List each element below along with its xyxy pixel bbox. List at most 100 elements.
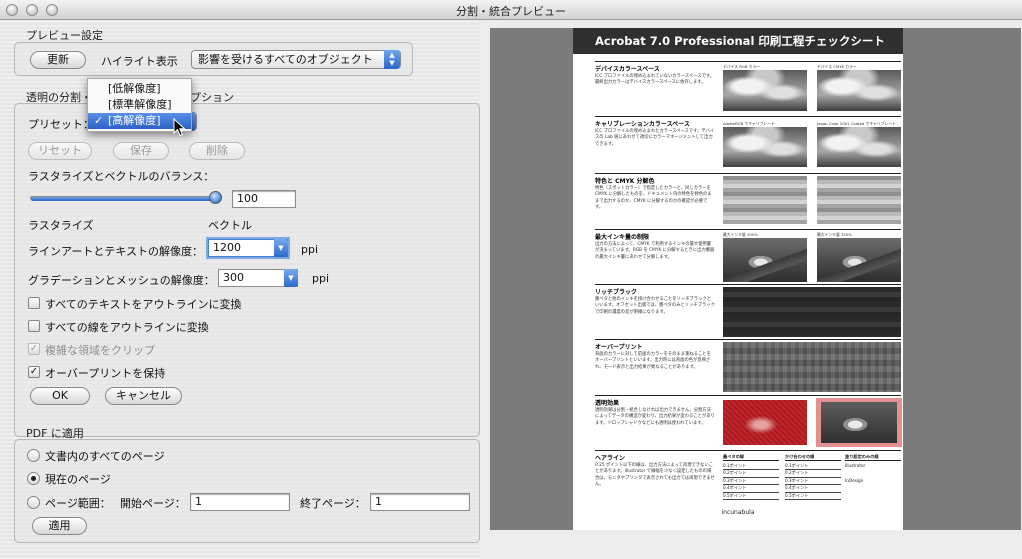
cmyk-color-swatches (817, 176, 901, 224)
cloud-photo-japancolor: Japan Color 2001 Coated でキャリブレート (817, 121, 901, 167)
hairline-row: InDesign (845, 477, 864, 483)
sheet-section-text: ICC プロファイルの埋め込まれていないカラースペースです。最終出力カラーはデバ… (595, 74, 715, 86)
sheet-section-text: 透明効果は分割・統合しなければ出力できません。分割方法によってデータの構造が変わ… (595, 408, 715, 426)
sheet-section-rich-black: リッチブラック 墨ベタと他のインキを掛け合わせることをリッチブラックといいます。… (595, 284, 901, 339)
transparency-photo-red (723, 400, 807, 445)
outline-strokes-checkbox[interactable] (28, 320, 40, 332)
photo-caption: 最大インキ量 300% (723, 232, 758, 237)
hairline-column-fill: 塗り設定のみの線 Illustrator InDesign (845, 454, 901, 485)
highlight-popup-value: 影響を受けるすべてのオブジェクト (198, 53, 373, 66)
sheet-section-calibrated-color: キャリブレーションカラースペース ICC プロファイルの埋め込まれたカラースペー… (595, 116, 901, 172)
reset-button[interactable]: リセット (28, 142, 92, 160)
sheet-section-device-color: デバイスカラースペース ICC プロファイルの埋め込まれていないカラースペースで… (595, 61, 901, 116)
hairline-column-head: 塗り設定のみの線 (845, 454, 901, 461)
outline-strokes-label: すべての線をアウトラインに変換 (45, 321, 209, 334)
photo-caption: デバイス RGB カラー (723, 64, 761, 69)
sheet-section-title: オーバープリント (595, 344, 643, 351)
hairline-row: 0.2ポイント (723, 470, 779, 478)
window-titlebar: 分割・統合プレビュー (0, 0, 1022, 20)
preset-menu-item-low[interactable]: [低解像度] (88, 81, 191, 97)
check-icon: ✓ (29, 343, 39, 354)
check-icon: ✓ (29, 366, 39, 377)
hairline-column-solid: 墨ベタの線 0.1ポイント 0.2ポイント 0.3ポイント 0.4ポイント 0.… (723, 454, 779, 500)
balance-slider-knob[interactable] (209, 191, 222, 204)
gradient-resolution-combo[interactable]: 300 ▼ (218, 269, 298, 287)
sheet-section-overprint: オーバープリント 背面のカラーに対して前面のカラーをそのまま重ねることをオーバー… (595, 339, 901, 394)
sheet-section-text: ICC プロファイルの埋め込まれたカラースペースです。デバイスの Lab 値にあ… (595, 129, 715, 147)
gradient-resolution-value: 300 (223, 271, 244, 284)
apply-button[interactable]: 適用 (32, 517, 87, 535)
lineart-resolution-label: ラインアートとテキストの解像度： (28, 245, 204, 258)
photo-caption: Japan Color 2001 Coated でキャリブレート (817, 121, 896, 126)
start-page-label: 開始ページ： (120, 497, 186, 510)
save-preset-button[interactable]: 保存 (113, 142, 169, 160)
clip-complex-checkbox[interactable]: ✓ (28, 343, 40, 355)
highlight-label: ハイライト表示 (101, 55, 178, 68)
check-icon: ✓ (94, 114, 104, 127)
photo-caption: デバイス CMYK カラー (817, 64, 857, 69)
popup-arrows-icon: ▲▼ (384, 50, 400, 69)
preview-sheet: Acrobat 7.0 Professional 印刷工程チェックシート デバイ… (573, 28, 903, 530)
raster-label: ラスタライズ (28, 219, 94, 232)
sheet-section-title: キャリブレーションカラースペース (595, 121, 690, 128)
page-range-radio[interactable] (27, 496, 40, 509)
hairline-column-head: 墨ベタの線 (723, 454, 779, 461)
mouse-pointer-icon (173, 118, 186, 137)
lineart-resolution-combo[interactable]: 1200 ▼ (208, 239, 288, 257)
hairline-row (845, 470, 901, 477)
hairline-row: 0.4ポイント (723, 485, 779, 493)
refresh-button[interactable]: 更新 (30, 51, 86, 69)
sheet-section-spot-color: 特色と CMYK 分解色 特色（スポットカラー）で指定したカラーと、同じカラーを… (595, 173, 901, 228)
outline-text-checkbox[interactable] (28, 297, 40, 309)
train-photo-300: 最大インキ量 300% (723, 232, 807, 282)
cancel-button[interactable]: キャンセル (105, 387, 182, 405)
preserve-overprint-checkbox[interactable]: ✓ (28, 366, 40, 378)
cloud-photo-cmyk: デバイス CMYK カラー (817, 64, 901, 111)
ok-button[interactable]: OK (30, 387, 90, 405)
end-page-label: 終了ページ： (300, 497, 366, 510)
end-page-field[interactable]: 1 (370, 493, 470, 511)
overprint-swatch (723, 342, 901, 392)
balance-slider-fill (31, 197, 221, 201)
preset-menu-item-low-label: [低解像度] (108, 82, 161, 95)
preset-label: プリセット： (28, 118, 94, 131)
outline-text-label: すべてのテキストをアウトラインに変換 (45, 298, 242, 311)
combo-arrow-icon[interactable]: ▼ (284, 269, 298, 287)
clip-complex-label: 複雑な領域をクリップ (45, 344, 155, 357)
lineart-resolution-value: 1200 (213, 241, 241, 254)
sheet-section-title: 特色と CMYK 分解色 (595, 178, 655, 185)
sheet-section-transparency: 透明効果 透明効果は分割・統合しなければ出力できません。分割方法によってデータの… (595, 395, 902, 450)
sheet-section-ink-limit: 最大インキ量の制限 出力の方法によって、CMYK で利用するインキの最大使用量が… (595, 229, 901, 284)
transparency-photo-train (821, 402, 897, 443)
hairline-row: 0.2ポイント (785, 470, 841, 478)
hairline-row: 0.4ポイント (785, 485, 841, 493)
highlight-popup[interactable]: 影響を受けるすべてのオブジェクト ▲ ▼ (191, 50, 401, 69)
sheet-section-text: 出力の方法によって、CMYK で利用するインキの最大使用量が決まっています。RG… (595, 242, 715, 260)
preview-settings-label: プレビュー設定 (26, 29, 103, 42)
spot-color-swatches (723, 176, 807, 224)
lineart-unit: ppi (301, 243, 319, 256)
sheet-footer-logo: incunabula (721, 509, 755, 516)
photo-caption: AdobeRGB でキャリブレート (723, 121, 775, 126)
hairline-row: 0.5ポイント (723, 493, 779, 500)
balance-value-field[interactable]: 100 (232, 190, 296, 208)
window-title: 分割・統合プレビュー (456, 5, 566, 18)
sheet-section-title: 透明効果 (595, 400, 620, 407)
current-page-radio[interactable] (27, 472, 40, 485)
sheet-section-text: 墨ベタと他のインキを掛け合わせることをリッチブラックといいます。オフセット出版で… (595, 297, 715, 315)
gradient-resolution-label: グラデーションとメッシュの解像度： (28, 274, 215, 287)
start-page-field[interactable]: 1 (190, 493, 290, 511)
combo-arrow-icon[interactable]: ▼ (274, 239, 288, 257)
preserve-overprint-label: オーバープリントを保持 (45, 367, 166, 380)
sheet-section-title: 最大インキ量の制限 (595, 234, 650, 241)
cloud-photo-rgb: デバイス RGB カラー (723, 64, 807, 111)
all-pages-radio[interactable] (27, 449, 40, 462)
delete-preset-button[interactable]: 削除 (189, 142, 245, 160)
hairline-column-mixed: かけ合わせの線 0.1ポイント 0.2ポイント 0.3ポイント 0.4ポイント … (785, 454, 841, 500)
transparency-photo-frame (816, 398, 902, 447)
preset-menu-item-medium[interactable]: [標準解像度] (88, 97, 191, 113)
cloud-photo-adobergb: AdobeRGB でキャリブレート (723, 121, 807, 167)
sheet-section-title: ヘアライン (595, 455, 626, 462)
train-photo-350: 最大インキ量 350% (817, 232, 901, 282)
sheet-title: Acrobat 7.0 Professional 印刷工程チェックシート (573, 28, 903, 54)
